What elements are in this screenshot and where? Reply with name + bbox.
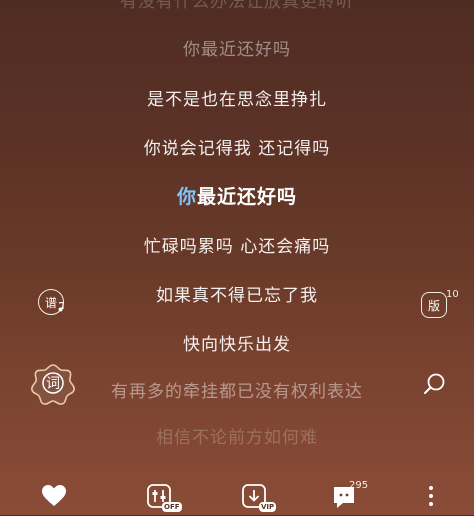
download-badge: VIP [259,502,277,512]
version-label: 版 [427,298,440,313]
music-note-icon [58,302,64,312]
lyric-poster-button[interactable]: 词 [31,361,75,405]
current-lyric-rest: 最近还好吗 [197,186,298,208]
lyric-line[interactable]: 相信不论前方如何难 [0,423,474,448]
lyric-line[interactable]: 你说会记得我 还记得吗 [0,134,474,159]
version-icon: 版 [421,292,447,318]
more-button[interactable] [426,484,456,514]
comments-button[interactable]: 295 [331,480,368,514]
effects-badge: OFF [162,502,182,512]
more-vertical-icon [429,486,433,506]
score-label: 谱 [44,295,57,310]
download-button[interactable]: VIP [242,484,277,514]
lyrics-panel: 有没有什么办法让放真更聆听 你最近还好吗 是不是也在思念里挣扎 你说会记得我 还… [0,0,474,515]
lyric-line[interactable]: 是不是也在思念里挣扎 [0,85,474,110]
lyric-line[interactable]: 你最近还好吗 [0,35,474,60]
comment-count: 295 [349,480,369,491]
version-count: 10 [446,289,459,300]
score-button[interactable]: 谱 [38,289,64,315]
sound-effects-button[interactable]: OFF [147,484,182,514]
lyric-poster-label: 词 [46,376,60,392]
lyric-line[interactable]: 有没有什么办法让放真更聆听 [0,0,474,12]
bottom-toolbar: OFF VIP 295 [0,478,474,515]
like-button[interactable] [41,484,71,514]
current-lyric-highlight: 你 [176,186,197,208]
lyric-line[interactable]: 快向快乐出发 [0,330,474,355]
lyric-poster-icon: 词 [31,361,75,405]
search-button[interactable] [423,372,447,396]
lyric-line[interactable]: 如果真不得已忘了我 [0,281,474,306]
current-lyric-line[interactable]: 你最近还好吗 [0,182,474,209]
version-button[interactable]: 版 10 [421,289,459,318]
lyric-line[interactable]: 忙碌吗累吗 心还会痛吗 [0,232,474,257]
heart-icon [42,485,66,506]
search-icon [424,373,445,394]
